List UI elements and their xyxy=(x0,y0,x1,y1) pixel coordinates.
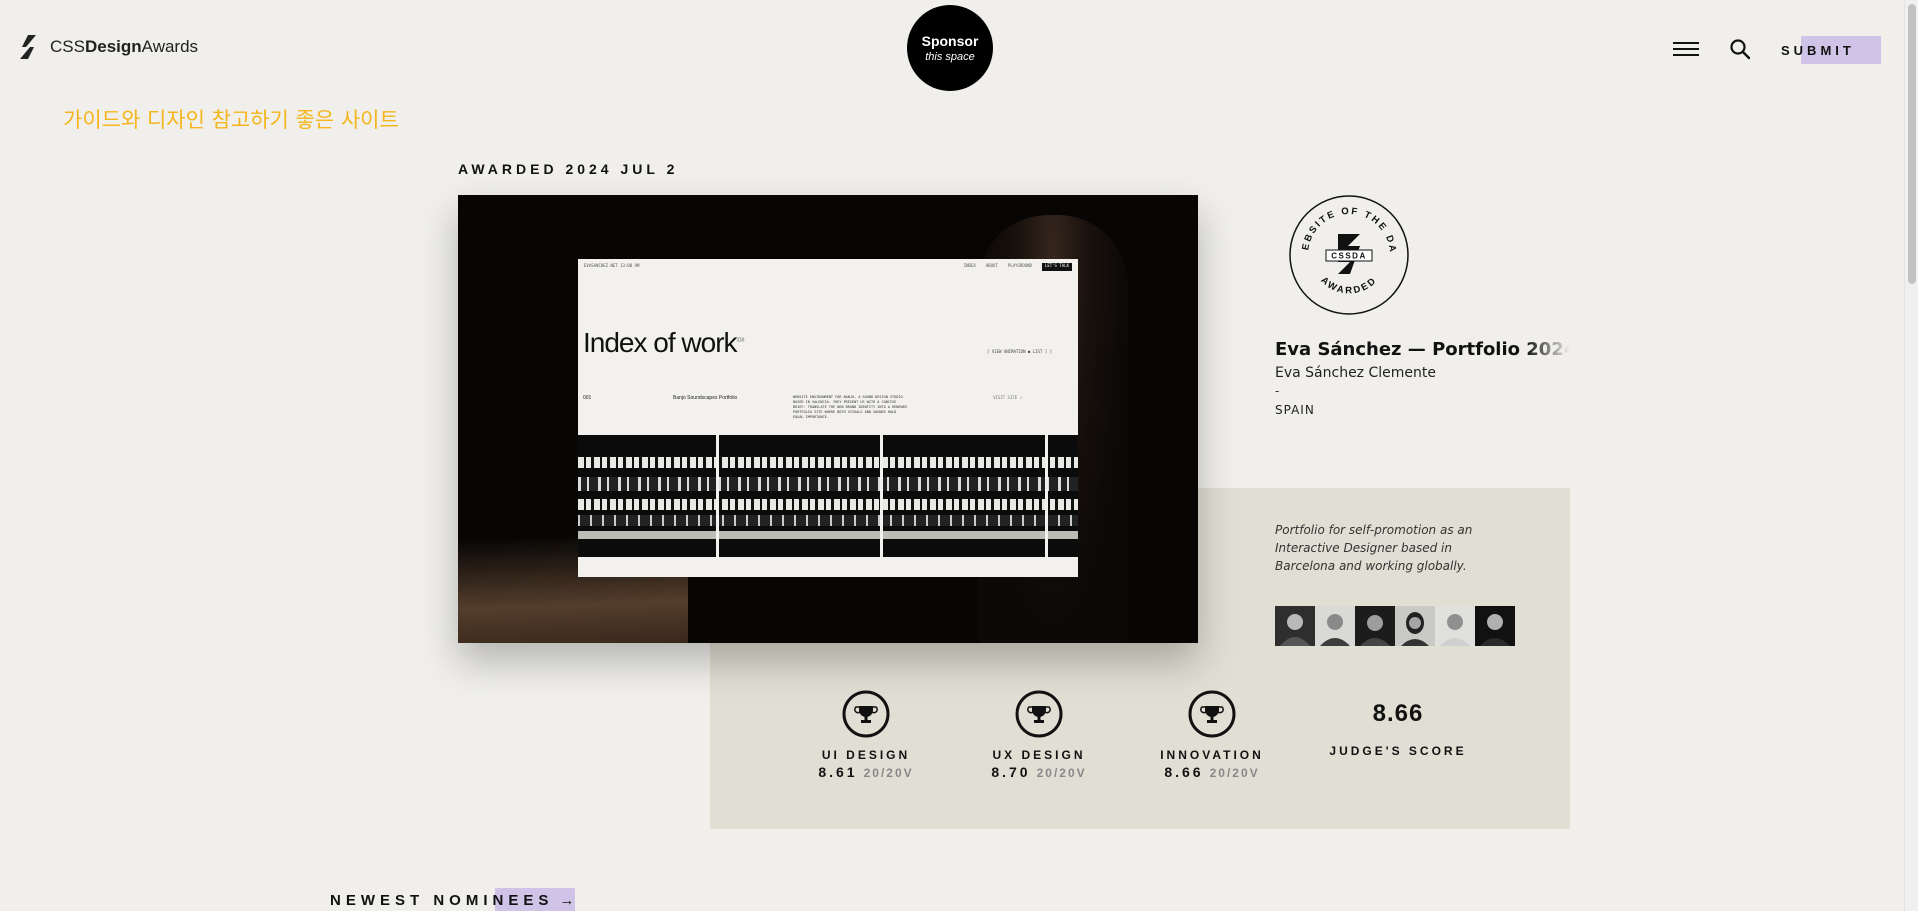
submit-label: SUBMIT xyxy=(1781,42,1855,58)
judge-score: 8.66 JUDGE'S SCORE xyxy=(1323,690,1473,758)
project-description: Portfolio for self-promotion as an Inter… xyxy=(1275,523,1473,573)
judge-avatars xyxy=(1275,606,1515,646)
preview-nav-item: ABOUT xyxy=(985,263,998,268)
score-value: 8.66 20/20V xyxy=(1164,764,1260,780)
page-scrollbar[interactable] xyxy=(1904,0,1918,911)
preview-divider xyxy=(1045,435,1048,557)
avatar[interactable] xyxy=(1395,606,1435,646)
preview-nav-left: EVASANCHEZ.NET 13:08 AM xyxy=(584,263,640,268)
score-ui-design: UI DESIGN 8.61 20/20V xyxy=(791,690,941,780)
preview-project-desc: WEBSITE ENVIRONMENT FOR BANJO, A SOUND D… xyxy=(793,395,907,419)
preview-band xyxy=(578,457,1078,468)
badge-center-text: CSSDA xyxy=(1331,252,1367,261)
preview-band xyxy=(578,531,1078,539)
judge-score-label: JUDGE'S SCORE xyxy=(1329,744,1467,758)
search-icon[interactable] xyxy=(1729,38,1751,60)
awarded-date: AWARDED 2024 JUL 2 xyxy=(458,161,679,177)
avatar[interactable] xyxy=(1475,606,1515,646)
svg-text:AWARDED: AWARDED xyxy=(1318,275,1379,297)
site-screenshot[interactable]: EVASANCHEZ.NET 13:08 AM INDEX ABOUT PLAY… xyxy=(458,195,1198,643)
avatar[interactable] xyxy=(1315,606,1355,646)
preview-nav: INDEX ABOUT PLAYGROUND LET'S TALK xyxy=(964,263,1072,271)
preview-band xyxy=(578,515,1078,526)
scrollbar-thumb[interactable] xyxy=(1908,4,1916,284)
preview-divider xyxy=(716,435,719,557)
newest-label: NEWEST NOMINEES xyxy=(330,892,554,909)
preview-divider xyxy=(880,435,883,557)
website-of-the-day-badge: WEBSITE OF THE DAY AWARDED CSSDA xyxy=(1288,194,1409,315)
sponsor-badge[interactable]: Sponsor this space xyxy=(907,5,993,91)
preview-visit: VISIT SITE ↗ xyxy=(993,395,1022,400)
cssda-logo-icon xyxy=(20,35,36,59)
score-label: UI DESIGN xyxy=(821,748,911,762)
submit-button[interactable]: SUBMIT xyxy=(1781,36,1881,64)
preview-nav-item: LET'S TALK xyxy=(1041,263,1072,271)
project-dash: - xyxy=(1275,384,1280,398)
judge-score-value: 8.66 xyxy=(1372,700,1424,727)
preview-band xyxy=(578,477,1078,491)
sponsor-line2: this space xyxy=(925,51,975,63)
newest-nominees-link[interactable]: NEWEST NOMINEES → xyxy=(330,888,580,911)
preview-heading: Index of work2024 xyxy=(583,327,745,358)
preview-band xyxy=(578,499,1078,510)
korean-title: 가이드와 디자인 참고하기 좋은 사이트 xyxy=(63,108,399,132)
project-title[interactable]: Eva Sánchez — Portfolio 2024 xyxy=(1275,339,1570,360)
avatar[interactable] xyxy=(1355,606,1395,646)
site-preview: EVASANCHEZ.NET 13:08 AM INDEX ABOUT PLAY… xyxy=(578,259,1078,577)
preview-topbar: EVASANCHEZ.NET 13:08 AM INDEX ABOUT PLAY… xyxy=(584,263,1072,271)
preview-project-name: Banjo Soundscapes Portfolio xyxy=(673,395,738,401)
avatar[interactable] xyxy=(1435,606,1475,646)
project-country: SPAIN xyxy=(1275,403,1315,417)
score-ux-design: UX DESIGN 8.70 20/20V xyxy=(964,690,1114,780)
trophy-icon xyxy=(1188,690,1236,738)
cssda-logo[interactable]: CSSDesignAwards xyxy=(18,34,198,60)
trophy-icon xyxy=(1015,690,1063,738)
preview-nav-item: INDEX xyxy=(963,263,976,268)
logo-text: CSSDesignAwards xyxy=(50,37,199,56)
trophy-icon xyxy=(842,690,890,738)
arrow-right-icon: → xyxy=(559,892,580,909)
score-label: UX DESIGN xyxy=(992,748,1086,762)
badge-bottom-text: AWARDED xyxy=(1318,275,1377,297)
avatar[interactable] xyxy=(1275,606,1315,646)
score-value: 8.70 20/20V xyxy=(991,764,1087,780)
preview-project-row: 001 Banjo Soundscapes Portfolio WEBSITE … xyxy=(583,395,1072,431)
preview-project-number: 001 xyxy=(583,395,592,401)
preview-filters: [ VIEW ANIMATION ● LIST ] ] xyxy=(986,349,1052,354)
preview-nav-item: PLAYGROUND xyxy=(1007,263,1032,268)
sponsor-line1: Sponsor xyxy=(921,33,979,49)
score-label: INNOVATION xyxy=(1160,748,1264,762)
score-value: 8.61 20/20V xyxy=(818,764,914,780)
score-innovation: INNOVATION 8.66 20/20V xyxy=(1137,690,1287,780)
hamburger-icon[interactable] xyxy=(1673,42,1699,56)
project-author[interactable]: Eva Sánchez Clemente xyxy=(1275,365,1436,381)
